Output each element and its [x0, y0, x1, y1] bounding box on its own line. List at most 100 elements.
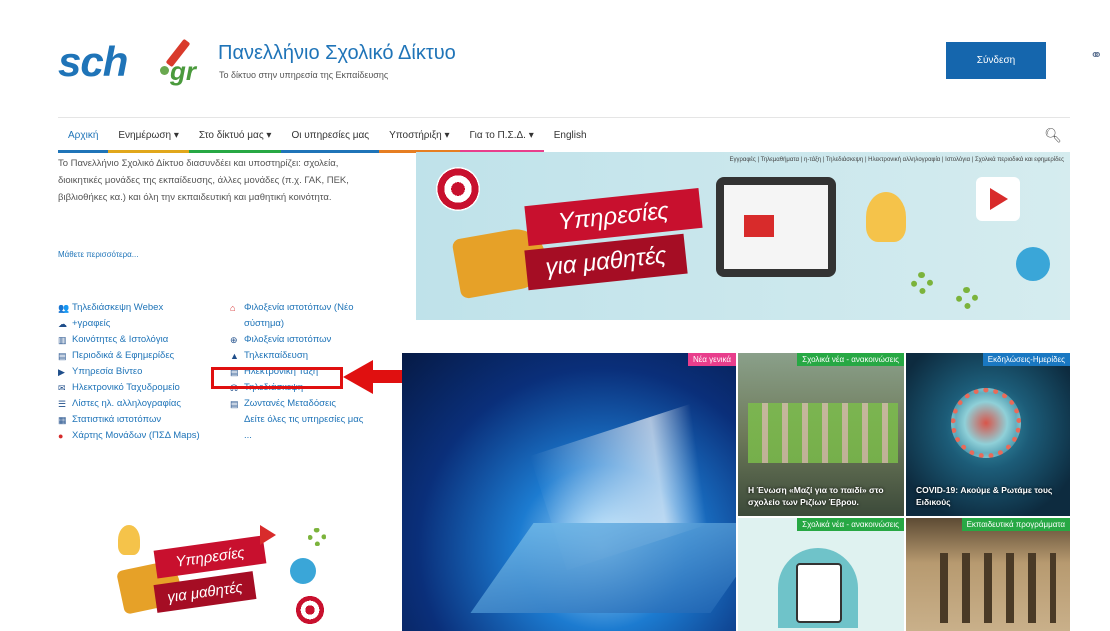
- nav-underline: [58, 150, 109, 153]
- nav-services-label: Οι υπηρεσίες μας: [291, 129, 370, 141]
- site-subtitle: Το δίκτυο στην υπηρεσία της Εκπαίδευσης: [219, 70, 389, 80]
- service-label: Κοινότητες & Ιστολόγια: [72, 334, 169, 345]
- nav-home-label: Αρχική: [68, 129, 99, 141]
- service-label: Ηλεκτρονικό Ταχυδρομείο: [72, 382, 180, 393]
- category-tag[interactable]: Σχολικά νέα - ανακοινώσεις: [797, 518, 904, 531]
- nav-english[interactable]: English: [544, 118, 597, 152]
- nav-network-label: Στο δίκτυό μας ▾: [198, 129, 272, 141]
- logo-dot: [160, 66, 169, 75]
- laptop-image: [470, 523, 736, 613]
- graduation-cap-icon: ▲: [230, 351, 239, 361]
- service-grafeis[interactable]: ☁ +γραφείς: [58, 316, 208, 332]
- highlight-box: [211, 367, 343, 389]
- service-video[interactable]: ▶ Υπηρεσία Βίντεο: [58, 364, 208, 380]
- bar-chart-icon: ▦: [58, 415, 67, 425]
- virus-image: [951, 388, 1021, 458]
- tile-caption[interactable]: COVID-19: Ακούμε & Ρωτάμε τους Ειδικούς: [906, 484, 1070, 508]
- news-tile-covid[interactable]: Εκδηλώσεις-Ημερίδες COVID-19: Ακούμε & Ρ…: [906, 353, 1070, 516]
- columns-icon: ▥: [58, 335, 67, 345]
- gear-icon: [911, 272, 933, 294]
- nav-network[interactable]: Στο δίκτυό μας ▾: [188, 118, 282, 153]
- users-icon: 👥: [58, 303, 70, 313]
- service-hosting-new[interactable]: ⌂ Φιλοξενία ιστοτόπων (Νέο σύστημα): [230, 300, 370, 332]
- category-tag[interactable]: Νέα γενικά: [687, 353, 736, 366]
- globe-icon: ⊕: [230, 335, 238, 345]
- building-image: [926, 553, 1056, 623]
- gear-icon: [956, 287, 978, 309]
- nav-support-label: Υποστήριξη ▾: [389, 129, 450, 141]
- news-tile-programs[interactable]: Εκπαιδευτικά προγράμματα: [906, 518, 1070, 631]
- service-label: Τηλεκπαίδευση: [244, 350, 309, 361]
- glasses-icon[interactable]: ⚭: [1090, 46, 1103, 64]
- group-photo: [748, 403, 898, 463]
- service-mailing-lists[interactable]: ☰ Λίστες ηλ. αλληλογραφίας: [58, 396, 208, 412]
- category-tag[interactable]: Εκδηλώσεις-Ημερίδες: [982, 353, 1070, 366]
- nav-english-label: English: [553, 129, 587, 141]
- service-label: Δείτε όλες τις υπηρεσίες μας ...: [244, 414, 364, 441]
- logo-sch-text: sch: [58, 38, 128, 85]
- site-title[interactable]: Πανελλήνιο Σχολικό Δίκτυο: [218, 42, 456, 65]
- play-icon: [990, 188, 1008, 210]
- service-live-streams[interactable]: ▤ Ζωντανές Μεταδόσεις: [230, 396, 370, 412]
- gear-icon: [308, 528, 326, 546]
- service-label: Στατιστικά ιστοτόπων: [72, 414, 162, 425]
- hero-banner[interactable]: Εγγραφές | Τηλεμαθήματα | η-τάξη | Τηλεδ…: [416, 152, 1070, 320]
- service-magazines[interactable]: ▤ Περιοδικά & Εφημερίδες: [58, 348, 208, 364]
- lightbulb-icon: [866, 192, 906, 242]
- all-services-link[interactable]: Δείτε όλες τις υπηρεσίες μας ...: [230, 412, 370, 444]
- search-icon[interactable]: 🔍︎: [1044, 127, 1062, 144]
- nav-about[interactable]: Για το Π.Σ.Δ. ▾: [459, 118, 544, 153]
- tile-caption[interactable]: Η Ένωση «Μαζί για το παιδί» στο σχολείο …: [738, 484, 904, 508]
- list-icon: ☰: [58, 399, 67, 409]
- learn-more-link[interactable]: Μάθετε περισσότερα...: [58, 250, 138, 259]
- newspaper-icon: ▤: [58, 351, 67, 361]
- cloud-icon: ☁: [58, 319, 67, 329]
- hero-links: Εγγραφές | Τηλεμαθήματα | η-τάξη | Τηλεδ…: [729, 157, 1064, 163]
- nav-support[interactable]: Υποστήριξη ▾: [379, 118, 460, 153]
- promo-banner[interactable]: Υπηρεσίες για μαθητές: [100, 510, 340, 631]
- category-tag[interactable]: Εκπαιδευτικά προγράμματα: [961, 518, 1070, 531]
- nav-underline: [188, 150, 282, 153]
- news-tile-school[interactable]: Σχολικά νέα - ανακοινώσεις Η Ένωση «Μαζί…: [738, 353, 904, 516]
- category-tag[interactable]: Σχολικά νέα - ανακοινώσεις: [797, 353, 904, 366]
- service-hosting[interactable]: ⊕ Φιλοξενία ιστοτόπων: [230, 332, 370, 348]
- service-label: Φιλοξενία ιστοτόπων: [244, 334, 332, 345]
- service-label: Ζωντανές Μεταδόσεις: [244, 398, 336, 409]
- service-label: Λίστες ηλ. αλληλογραφίας: [72, 398, 181, 409]
- tablet-icon: [716, 177, 836, 277]
- phone-image: [796, 563, 842, 623]
- service-webex[interactable]: 👥 Τηλεδιάσκεψη Webex: [58, 300, 208, 316]
- nav-services[interactable]: Οι υπηρεσίες μας: [281, 118, 380, 153]
- play-icon: [260, 525, 276, 545]
- service-label: Τηλεδιάσκεψη Webex: [72, 302, 164, 313]
- news-tile-main[interactable]: Νέα γενικά: [402, 353, 736, 631]
- site-logo[interactable]: sch gr: [58, 36, 208, 86]
- service-statistics[interactable]: ▦ Στατιστικά ιστοτόπων: [58, 412, 208, 428]
- news-tile-school-2[interactable]: Σχολικά νέα - ανακοινώσεις: [738, 518, 904, 631]
- email-icon: [290, 558, 316, 584]
- service-label: Φιλοξενία ιστοτόπων (Νέο σύστημα): [244, 302, 354, 329]
- intro-text: Το Πανελλήνιο Σχολικό Δίκτυο διασυνδέει …: [58, 158, 349, 203]
- email-icon: [1016, 247, 1050, 281]
- main-navbar: Αρχική Ενημέρωση ▾ Στο δίκτυό μας ▾ Οι υ…: [58, 117, 1070, 153]
- service-label: Υπηρεσία Βίντεο: [72, 366, 143, 377]
- tablet-screen: [724, 185, 828, 269]
- lightbulb-icon: [118, 525, 140, 555]
- logo-gr-text: gr: [170, 56, 196, 86]
- target-icon: [436, 167, 480, 211]
- video-play-icon: [744, 215, 774, 237]
- service-email[interactable]: ✉ Ηλεκτρονικό Ταχυδρομείο: [58, 380, 208, 396]
- service-label: Περιοδικά & Εφημερίδες: [72, 350, 175, 361]
- service-maps[interactable]: ● Χάρτης Μονάδων (ΠΣΔ Maps): [58, 428, 208, 444]
- nav-news[interactable]: Ενημέρωση ▾: [108, 118, 189, 153]
- services-list-left: 👥 Τηλεδιάσκεψη Webex ☁ +γραφείς ▥ Κοινότητε…: [58, 300, 208, 444]
- service-communities[interactable]: ▥ Κοινότητες & Ιστολόγια: [58, 332, 208, 348]
- broadcast-icon: ▤: [230, 399, 239, 409]
- nav-underline: [281, 150, 380, 153]
- login-button[interactable]: Σύνδεση: [946, 42, 1046, 79]
- service-label: Χάρτης Μονάδων (ΠΣΔ Maps): [72, 430, 200, 441]
- play-icon: ▶: [58, 367, 65, 377]
- nav-home[interactable]: Αρχική: [58, 118, 109, 153]
- map-pin-icon: ●: [58, 431, 64, 441]
- target-icon: [295, 595, 325, 625]
